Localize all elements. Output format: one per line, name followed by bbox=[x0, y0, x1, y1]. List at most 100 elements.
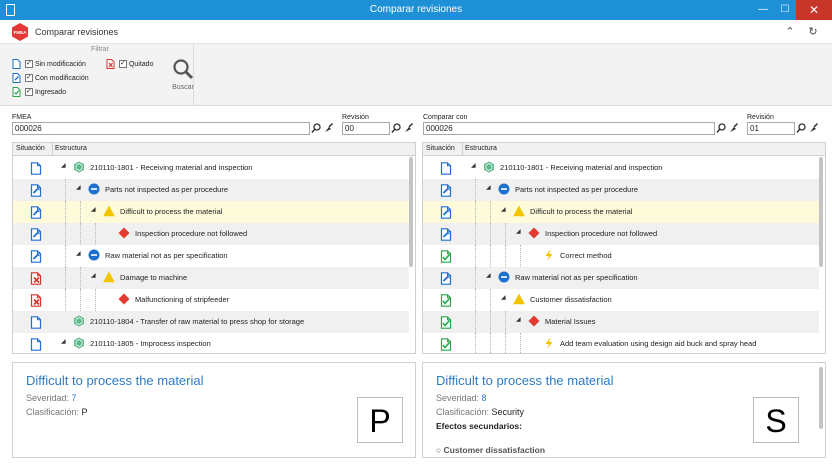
tree-row[interactable]: ◢ Raw material not as per specification bbox=[13, 245, 409, 267]
tree-row[interactable]: ◢ 210110-1801 - Receiving material and in… bbox=[423, 157, 819, 179]
tree-row[interactable]: Inspection procedure not followed bbox=[13, 223, 409, 245]
tree-row[interactable]: ◢ Customer dissatisfaction bbox=[423, 289, 819, 311]
tree-row[interactable]: ◢ Inspection procedure not followed bbox=[423, 223, 819, 245]
left-revision-search-icon[interactable] bbox=[391, 122, 402, 134]
compare-clear-icon[interactable] bbox=[728, 122, 739, 134]
tree-row[interactable]: ◢ 210110-1801 - Receiving material and in… bbox=[13, 157, 409, 179]
filter-unchanged[interactable]: ✓ Sin modificación bbox=[12, 59, 86, 69]
item-icon bbox=[483, 161, 495, 173]
effect-icon bbox=[513, 205, 525, 217]
expand-toggle-icon[interactable]: ◢ bbox=[61, 162, 66, 169]
left-col-status[interactable]: Situación bbox=[16, 145, 45, 152]
tree-guide-line bbox=[490, 223, 491, 245]
right-grid-scrollbar[interactable] bbox=[819, 157, 823, 267]
filter-added-checkbox[interactable]: ✓ bbox=[24, 88, 33, 96]
expand-toggle-icon[interactable]: ◢ bbox=[91, 272, 96, 279]
fmea-search-icon[interactable] bbox=[311, 122, 322, 134]
tree-row-label: 210110-1801 - Receiving material and ins… bbox=[500, 163, 663, 172]
tree-row-label: 210110-1804 - Transfer of raw material t… bbox=[90, 317, 305, 326]
status-modified-icon bbox=[30, 184, 42, 197]
status-modified-icon bbox=[440, 184, 452, 197]
right-revision-clear-icon[interactable] bbox=[808, 122, 819, 134]
tree-row[interactable]: ◢ Difficult to process the material bbox=[423, 201, 819, 223]
close-button[interactable]: ✕ bbox=[796, 0, 832, 20]
expand-toggle-icon[interactable]: ◢ bbox=[91, 206, 96, 213]
left-detail-title: Difficult to process the material bbox=[26, 373, 204, 388]
tree-guide-line bbox=[95, 223, 96, 245]
expand-toggle-icon[interactable]: ◢ bbox=[61, 338, 66, 345]
tree-row[interactable]: ◢ Difficult to process the material bbox=[13, 201, 409, 223]
filter-toolbar: Filtrar ✓ Sin modificación ✓ Con modificac… bbox=[0, 44, 832, 106]
effect-icon bbox=[513, 293, 525, 305]
expand-toggle-icon[interactable]: ◢ bbox=[486, 272, 491, 279]
tree-row[interactable]: ◢ Raw material not as per specification bbox=[423, 267, 819, 289]
tree-row[interactable]: ◢ 210110-1805 - Improcess inspection bbox=[13, 333, 409, 353]
tree-row-label: 210110-1801 - Receiving material and ins… bbox=[90, 163, 253, 172]
item-icon bbox=[73, 337, 85, 349]
filter-modified-checkbox[interactable]: ✓ bbox=[24, 74, 33, 82]
right-revision-search-icon[interactable] bbox=[796, 122, 807, 134]
left-grid-scrollbar[interactable] bbox=[409, 157, 413, 267]
right-col-status[interactable]: Situación bbox=[426, 145, 455, 152]
compare-input[interactable]: 000026 bbox=[423, 122, 715, 135]
tree-row[interactable]: ◢ Parts not inspected as per procedure bbox=[423, 179, 819, 201]
tree-row[interactable]: ◢ Material Issues bbox=[423, 311, 819, 333]
filter-removed[interactable]: ✓ Quitado bbox=[106, 59, 153, 69]
status-modified-icon bbox=[30, 250, 42, 263]
tree-guide-line bbox=[65, 267, 66, 289]
right-revision-input[interactable]: 01 bbox=[747, 122, 795, 135]
expand-toggle-icon[interactable]: ◢ bbox=[76, 250, 81, 257]
tree-guide-line bbox=[490, 201, 491, 223]
tree-row[interactable]: ◢ Parts not inspected as per procedure bbox=[13, 179, 409, 201]
left-grid-header: Situación Estructura bbox=[13, 143, 415, 156]
tree-guide-line bbox=[95, 289, 96, 311]
filter-added[interactable]: ✓ Ingresado bbox=[12, 87, 66, 97]
tree-row-label: Inspection procedure not followed bbox=[545, 229, 658, 238]
filter-removed-checkbox[interactable]: ✓ bbox=[118, 60, 127, 68]
left-severity-label: Severidad: bbox=[26, 393, 70, 403]
filter-group: Filtrar ✓ Sin modificación ✓ Con modificac… bbox=[6, 44, 194, 106]
fmea-clear-icon[interactable] bbox=[323, 122, 334, 134]
filter-modified[interactable]: ✓ Con modificación bbox=[12, 73, 89, 83]
effect-icon bbox=[103, 205, 115, 217]
filter-unchanged-checkbox[interactable]: ✓ bbox=[24, 60, 33, 68]
tree-row[interactable]: Malfunctioning of stripfeeder bbox=[13, 289, 409, 311]
maximize-button[interactable]: ☐ bbox=[774, 0, 796, 20]
tree-row[interactable]: ◢ Damage to machine bbox=[13, 267, 409, 289]
expand-toggle-icon[interactable]: ◢ bbox=[516, 228, 521, 235]
left-revision-clear-icon[interactable] bbox=[403, 122, 414, 134]
cause-icon bbox=[528, 315, 540, 327]
expand-toggle-icon[interactable]: ◢ bbox=[76, 184, 81, 191]
tree-row-label: Inspection procedure not followed bbox=[135, 229, 248, 238]
tree-guide-line bbox=[475, 223, 476, 245]
expand-toggle-icon[interactable]: ◢ bbox=[471, 162, 476, 169]
expand-toggle-icon[interactable]: ◢ bbox=[516, 316, 521, 323]
status-added-icon bbox=[440, 338, 452, 351]
tree-row-label: Difficult to process the material bbox=[120, 207, 223, 216]
tree-row[interactable]: 210110-1804 - Transfer of raw material t… bbox=[13, 311, 409, 333]
right-col-separator bbox=[462, 143, 463, 156]
left-revision-label: Revisión bbox=[342, 114, 369, 121]
tree-row[interactable]: Correct method bbox=[423, 245, 819, 267]
action-icon bbox=[543, 249, 555, 261]
tree-guide-line bbox=[475, 311, 476, 333]
right-col-structure[interactable]: Estructura bbox=[465, 145, 497, 152]
collapse-icon[interactable]: ⌃ bbox=[783, 25, 797, 39]
tree-row-label: Raw material not as per specification bbox=[515, 273, 638, 282]
search-button[interactable]: Buscar bbox=[169, 58, 197, 94]
tree-guide-line bbox=[475, 179, 476, 201]
expand-toggle-icon[interactable]: ◢ bbox=[501, 294, 506, 301]
refresh-icon[interactable]: ↻ bbox=[806, 25, 820, 39]
tree-guide-line bbox=[80, 267, 81, 289]
left-structure-grid: Situación Estructura ◢ 210110-1801 - Rece… bbox=[12, 142, 416, 354]
tree-row[interactable]: Add team evaluation using design aid buc… bbox=[423, 333, 819, 353]
window-titlebar: Comparar revisiones — ☐ ✕ bbox=[0, 0, 832, 20]
expand-toggle-icon[interactable]: ◢ bbox=[501, 206, 506, 213]
expand-toggle-icon[interactable]: ◢ bbox=[486, 184, 491, 191]
left-revision-input[interactable]: 00 bbox=[342, 122, 390, 135]
minimize-button[interactable]: — bbox=[752, 0, 774, 20]
right-detail-scrollbar[interactable] bbox=[819, 367, 823, 429]
fmea-input[interactable]: 000026 bbox=[12, 122, 310, 135]
compare-search-icon[interactable] bbox=[716, 122, 727, 134]
left-col-structure[interactable]: Estructura bbox=[55, 145, 87, 152]
